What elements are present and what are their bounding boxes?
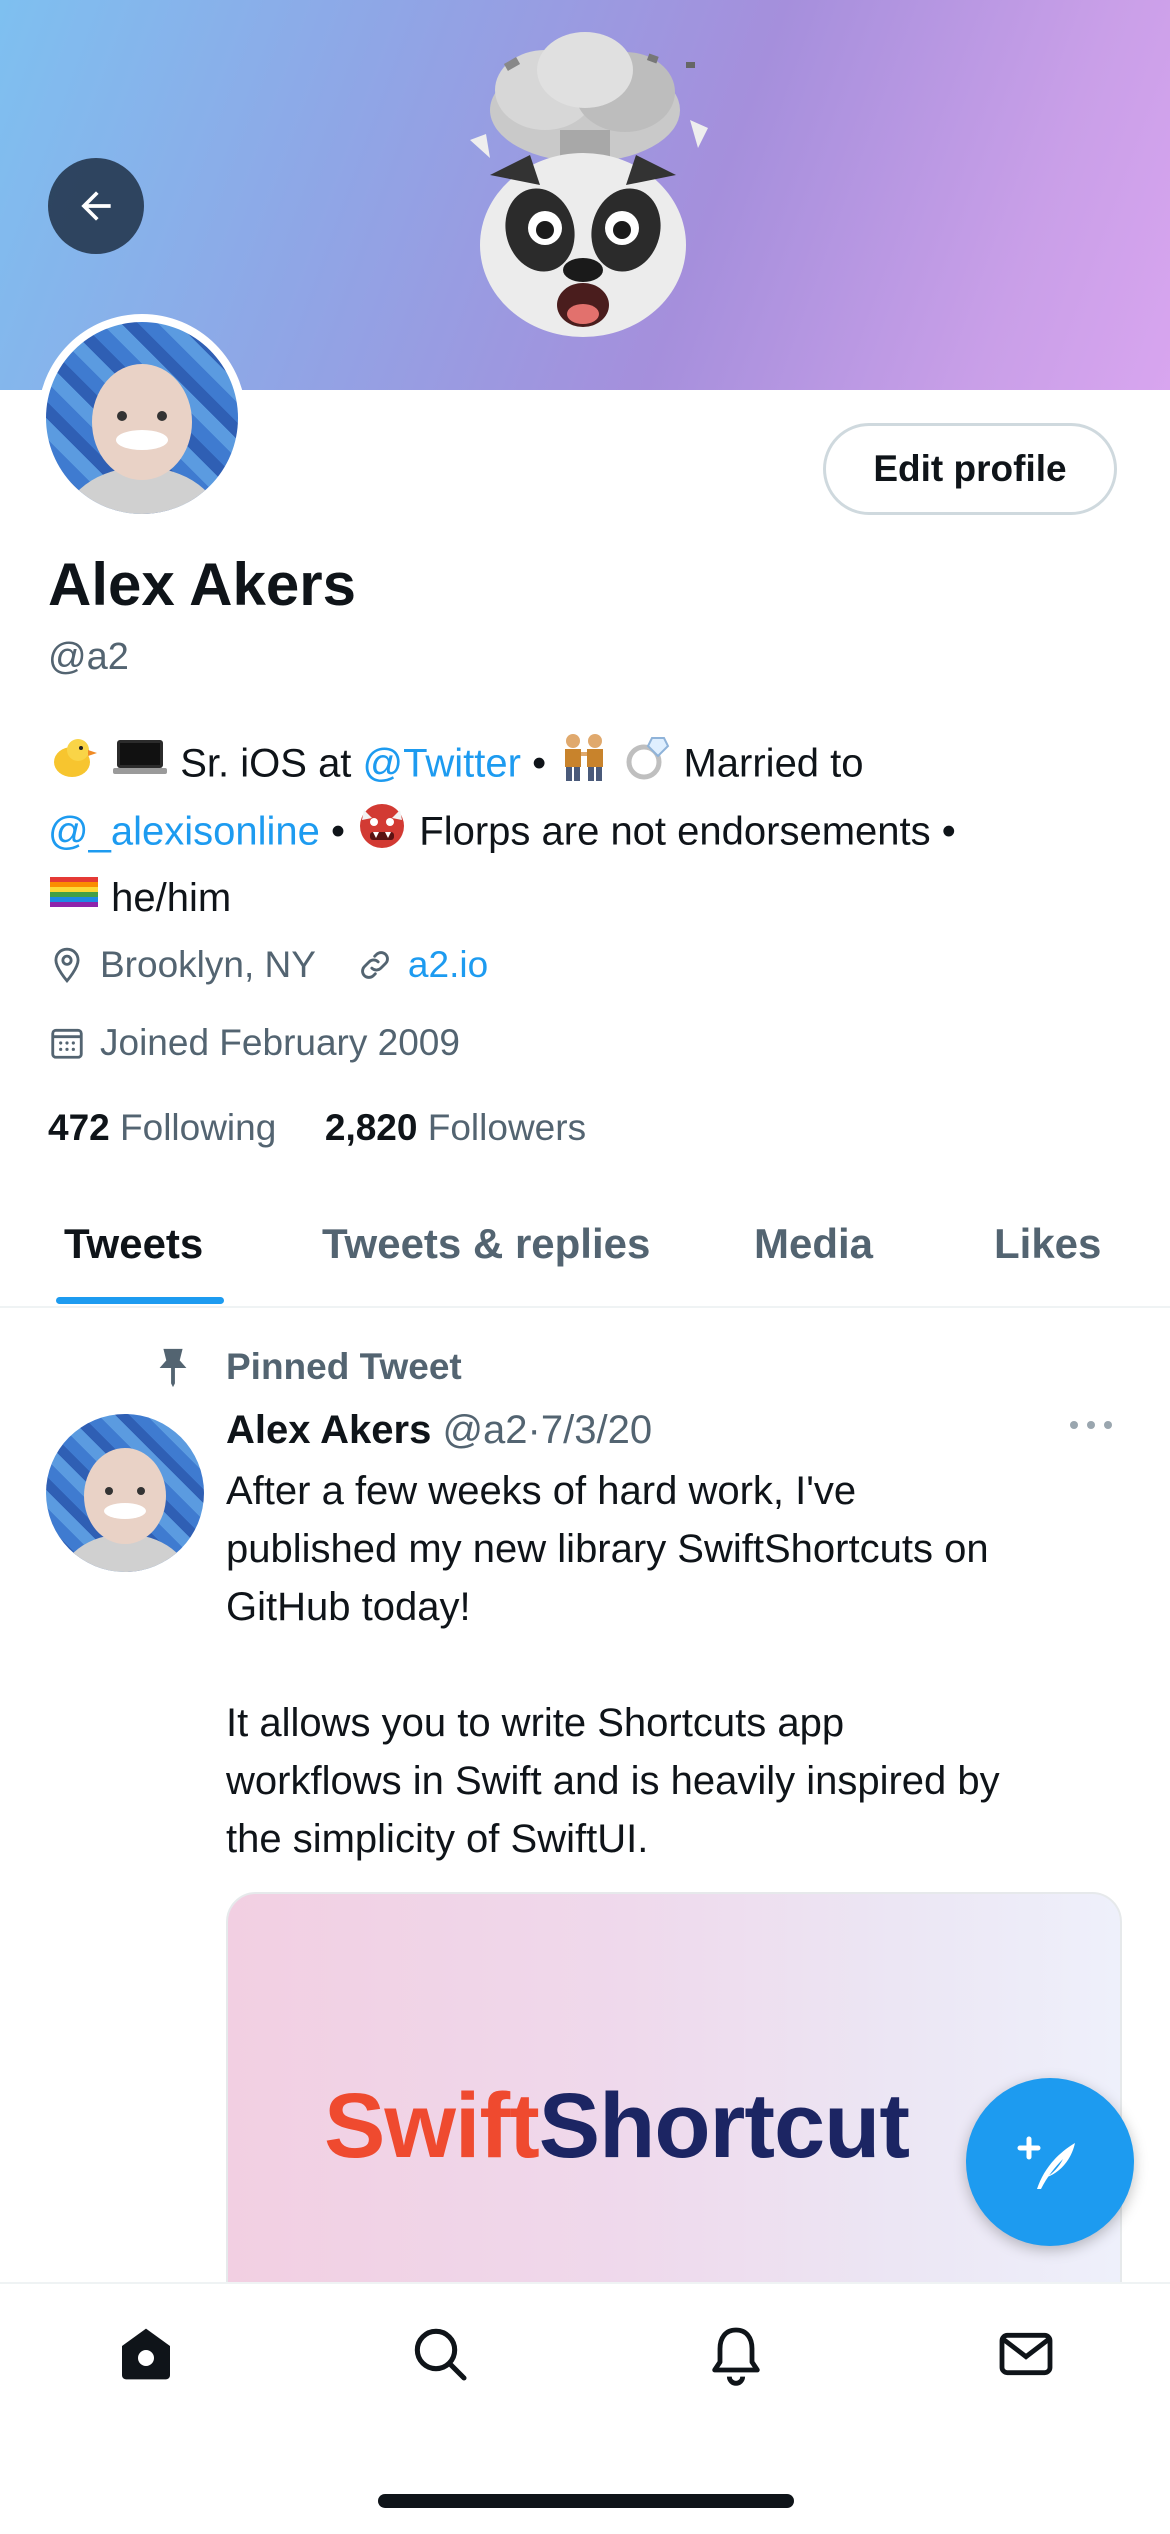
tab-likes[interactable]: Likes: [994, 1220, 1101, 1268]
home-icon: [122, 2328, 170, 2380]
mail-icon: [999, 2332, 1053, 2376]
two-men-emoji-icon: [557, 732, 611, 800]
edit-profile-button[interactable]: Edit profile: [823, 423, 1117, 515]
bell-icon: [712, 2327, 760, 2386]
chick-emoji-icon: [48, 734, 100, 798]
nav-messages[interactable]: [990, 2318, 1062, 2390]
tweet-more-button[interactable]: [1068, 1418, 1114, 1437]
profile-bio: Sr. iOS at @Twitter • Married to @_alexi…: [48, 732, 1128, 931]
compose-feather-icon: [1017, 2136, 1075, 2189]
pinned-tweet-label: Pinned Tweet: [226, 1346, 462, 1387]
tweet-text-line: the simplicity of SwiftUI.: [226, 1817, 649, 1861]
search-icon: [414, 2328, 467, 2381]
tweet-separator: ·: [527, 1408, 541, 1452]
following-link[interactable]: 472 Following: [48, 1107, 276, 1148]
profile-website-link[interactable]: a2.io: [408, 944, 488, 986]
profile-joined-row: Joined February 2009: [48, 1022, 460, 1064]
bio-separator: •: [532, 741, 547, 786]
nav-search[interactable]: [404, 2318, 476, 2390]
tweet-text-line: GitHub today!: [226, 1585, 471, 1629]
link-icon: [361, 951, 389, 979]
bio-line-3: he/him: [48, 868, 1128, 931]
tabs-divider: [0, 1306, 1170, 1308]
card-title: SwiftShortcut: [324, 2074, 910, 2179]
tab-tweets[interactable]: Tweets: [64, 1220, 203, 1268]
back-button[interactable]: [48, 158, 144, 254]
ogre-emoji-icon: [356, 800, 408, 868]
tweet-date[interactable]: 7/3/20: [541, 1408, 652, 1452]
alexisonline-mention-link[interactable]: @_alexisonline: [48, 810, 320, 854]
bio-married-text: Married to: [683, 741, 864, 786]
more-dots-icon: [1070, 1421, 1112, 1429]
followers-link[interactable]: 2,820 Followers: [325, 1107, 586, 1148]
tab-media[interactable]: Media: [754, 1220, 873, 1268]
calendar-icon: [51, 1028, 83, 1059]
card-title-shortcut: Shortcut: [538, 2075, 910, 2177]
followers-count: 2,820: [324, 1107, 418, 1148]
profile-counts: 472 Following 2,820 Followers: [48, 1107, 586, 1149]
profile-handle: @a2: [48, 636, 129, 678]
nav-notifications[interactable]: [700, 2318, 772, 2390]
profile-name: Alex Akers: [48, 551, 356, 618]
profile-meta-row: Brooklyn, NY a2.io: [48, 944, 488, 986]
compose-tweet-button[interactable]: [966, 2078, 1134, 2246]
profile-joined-date: Joined February 2009: [100, 1022, 460, 1063]
bio-pronouns-text: he/him: [111, 876, 232, 920]
arrow-left-icon: [81, 191, 111, 221]
bio-separator: •: [331, 809, 346, 854]
location-pin-icon: [54, 947, 80, 983]
tweet-text-line: published my new library SwiftShortcuts …: [226, 1527, 989, 1571]
tweet-text-line: workflows in Swift and is heavily inspir…: [226, 1759, 1000, 1803]
bio-line-2: @_alexisonline • Florps are not endorsem…: [48, 800, 1128, 868]
tweet-header: Alex Akers @a2·7/3/20: [226, 1408, 652, 1453]
bio-florps-text: Florps are not endorsements •: [419, 809, 956, 854]
followers-label: Followers: [427, 1107, 587, 1148]
avatar-photo: [46, 322, 238, 514]
nav-home[interactable]: [110, 2318, 182, 2390]
tweet-text: After a few weeks of hard work, I've pub…: [226, 1462, 1126, 1868]
tab-tweets-replies[interactable]: Tweets & replies: [322, 1220, 650, 1268]
profile-location: Brooklyn, NY: [100, 944, 316, 985]
tweet-text-line: After a few weeks of hard work, I've: [226, 1469, 857, 1513]
card-title-swift: Swift: [324, 2075, 540, 2177]
active-tab-indicator: [56, 1297, 224, 1304]
home-indicator: [378, 2494, 794, 2508]
rainbow-flag-emoji-icon: [48, 870, 100, 931]
tweet-text-line: It allows you to write Shortcuts app: [226, 1701, 845, 1745]
ring-emoji-icon: [622, 732, 672, 800]
pin-icon: [159, 1348, 187, 1388]
tweet-author-avatar[interactable]: [46, 1414, 204, 1572]
profile-avatar[interactable]: [38, 314, 246, 522]
following-count: 472: [48, 1107, 110, 1148]
tweet-link-card[interactable]: SwiftShortcut: [226, 1892, 1122, 2312]
twitter-mention-link[interactable]: @Twitter: [363, 742, 521, 786]
bio-line-1: Sr. iOS at @Twitter • Married to: [48, 732, 1128, 800]
laptop-emoji-icon: [111, 734, 169, 798]
tweet-author-handle[interactable]: @a2: [442, 1408, 527, 1452]
tweet-author-name[interactable]: Alex Akers: [226, 1408, 431, 1452]
bio-role-text: Sr. iOS at: [180, 741, 352, 786]
profile-tabs: Tweets Tweets & replies Media Likes: [0, 1200, 1170, 1308]
following-label: Following: [120, 1107, 277, 1148]
